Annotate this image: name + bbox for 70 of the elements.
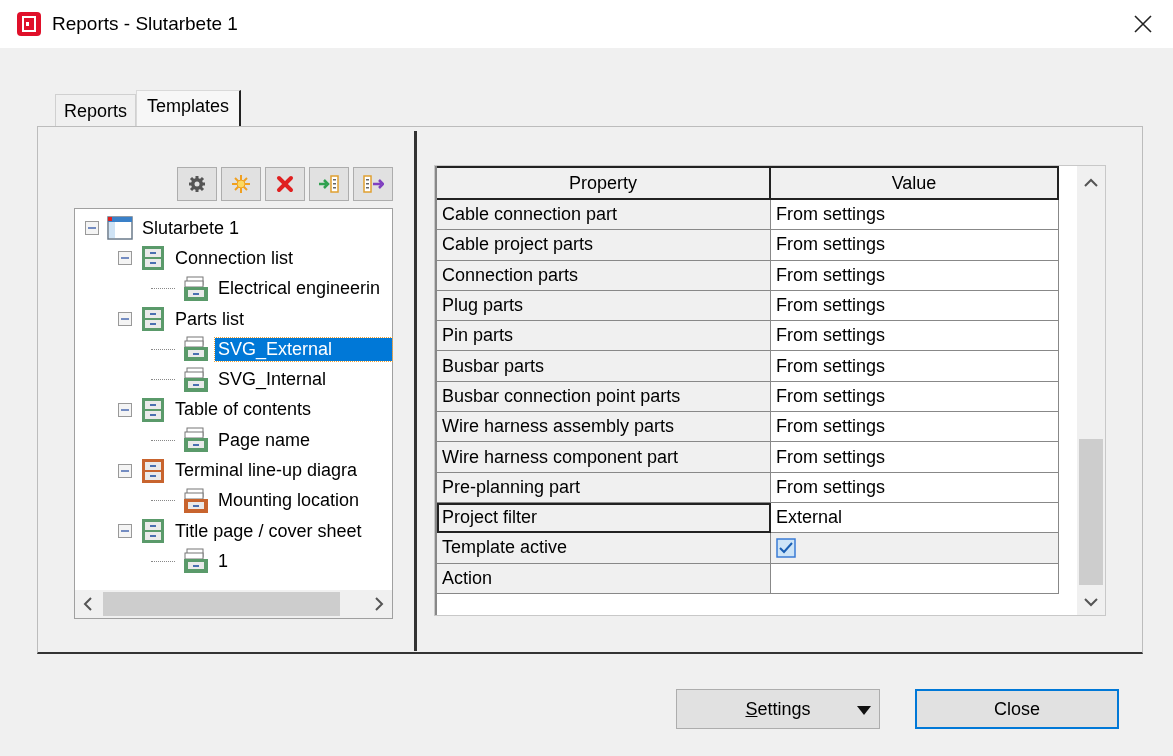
collapse-icon[interactable] (118, 463, 132, 478)
close-icon[interactable] (1133, 14, 1153, 34)
tab[interactable]: Templates (136, 90, 242, 126)
value-cell[interactable]: From settings (771, 290, 1059, 322)
value-cell[interactable]: External (771, 502, 1059, 534)
property-cell[interactable]: Busbar connection point parts (437, 381, 771, 413)
collapse-icon[interactable] (118, 524, 132, 539)
close-button[interactable]: Close (915, 689, 1119, 729)
window-icon (107, 215, 133, 242)
column-header[interactable]: Property (437, 166, 771, 200)
tree-item[interactable]: Electrical engineerin (215, 277, 384, 301)
collapse-icon[interactable] (118, 402, 132, 417)
tree-item[interactable]: Connection list (172, 246, 297, 270)
checkbox[interactable] (776, 537, 796, 558)
value-cell[interactable]: From settings (771, 200, 1059, 231)
value-cell[interactable]: From settings (771, 321, 1059, 352)
column-header[interactable]: Value (771, 166, 1059, 200)
scrollbar-thumb[interactable] (103, 592, 340, 616)
scroll-down-icon[interactable] (1084, 597, 1098, 607)
tab[interactable]: Reports (55, 94, 137, 126)
property-cell[interactable]: Pin parts (437, 321, 771, 352)
value-cell[interactable]: From settings (771, 260, 1059, 291)
value-cell[interactable]: From settings (771, 442, 1059, 473)
tree-item[interactable]: Parts list (172, 307, 247, 331)
tree-item[interactable]: Page name (215, 428, 314, 452)
property-cell[interactable]: Wire harness assembly parts (437, 412, 771, 443)
export-icon (362, 174, 384, 194)
collapse-icon[interactable] (85, 221, 99, 236)
property-cell[interactable]: Template active (437, 533, 771, 564)
settings-button[interactable]: Settings (676, 689, 880, 729)
property-cell[interactable]: Busbar parts (437, 351, 771, 382)
gear-icon (188, 175, 206, 193)
value-cell[interactable]: From settings (771, 412, 1059, 443)
property-cell[interactable]: Action (437, 563, 771, 594)
toolbar-button[interactable] (309, 167, 349, 201)
value-cell[interactable]: From settings (771, 351, 1059, 382)
property-cell[interactable]: Project filter (437, 502, 771, 534)
tree-item[interactable]: Title page / cover sheet (172, 519, 365, 543)
property-cell[interactable]: Cable connection part (437, 200, 771, 231)
tree-item[interactable]: Terminal line-up diagra (172, 459, 361, 482)
scroll-up-icon[interactable] (1084, 178, 1098, 188)
tree-item[interactable]: Mounting location (215, 489, 363, 513)
collapse-icon[interactable] (118, 312, 132, 327)
scroll-left-icon[interactable] (83, 597, 93, 611)
toolbar-button[interactable] (353, 167, 393, 201)
property-cell[interactable]: Plug parts (437, 290, 771, 322)
delete-icon (276, 175, 294, 193)
property-cell[interactable]: Pre-planning part (437, 472, 771, 503)
tree-item[interactable]: SVG_External (215, 337, 392, 361)
collapse-icon[interactable] (118, 251, 132, 266)
tree-item[interactable]: SVG_Internal (215, 368, 330, 392)
toolbar-button[interactable] (177, 167, 217, 201)
caret-icon (857, 706, 871, 715)
window-title: Reports - Slutarbete 1 (52, 13, 239, 35)
toolbar-button[interactable] (265, 167, 305, 201)
tree-item[interactable]: Slutarbete 1 (139, 216, 243, 240)
property-cell[interactable]: Cable project parts (437, 230, 771, 261)
tree-item[interactable]: 1 (215, 549, 231, 573)
scrollbar-thumb[interactable] (1079, 439, 1103, 585)
scroll-right-icon[interactable] (374, 597, 384, 611)
app-icon (16, 11, 42, 37)
value-cell[interactable]: From settings (771, 472, 1059, 503)
value-cell[interactable] (771, 563, 1059, 594)
property-cell[interactable]: Connection parts (437, 260, 771, 291)
sparkle-icon (231, 174, 251, 194)
value-cell[interactable]: From settings (771, 381, 1059, 413)
value-cell[interactable]: From settings (771, 230, 1059, 261)
tree-item[interactable]: Table of contents (172, 398, 315, 422)
import-icon (318, 174, 340, 194)
property-cell[interactable]: Wire harness component part (437, 442, 771, 473)
